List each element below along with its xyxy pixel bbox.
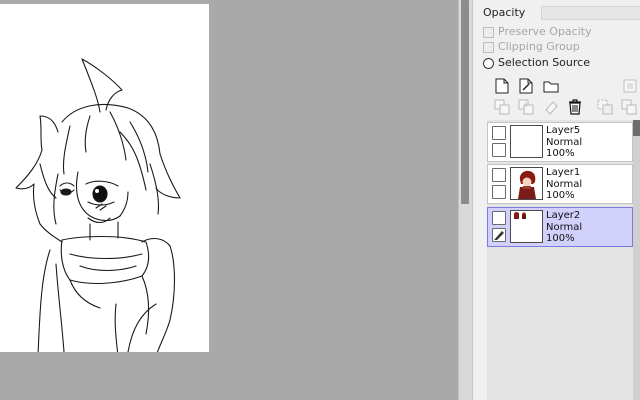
preserve-opacity-checkbox[interactable] [483,27,494,38]
layer-opacity: 100% [546,190,575,201]
opacity-slider[interactable] [541,6,640,20]
canvas-vertical-scrollbar[interactable] [458,0,472,400]
canvas-workspace[interactable] [0,0,458,400]
layer-item-layer1[interactable]: Layer1 Normal 100% [487,164,633,204]
opacity-row: Opacity [483,6,640,22]
layer-item-layer5[interactable]: Layer5 Normal 100% [487,122,633,162]
layer-list-scroll-thumb[interactable] [633,120,640,136]
layer-item-layer2[interactable]: Layer2 Normal 100% [487,207,633,247]
drawing-canvas[interactable] [0,4,209,352]
layer-blend-mode: Normal [546,179,583,190]
selection-source-radio[interactable] [483,58,494,69]
layer-opacity: 100% [546,148,575,159]
layer-thumbnail [510,167,543,200]
clipping-group-checkbox[interactable] [483,42,494,53]
clipping-group-label: Clipping Group [498,40,580,53]
preserve-opacity-label: Preserve Opacity [498,25,592,38]
lock-toggle[interactable] [492,185,506,199]
layer-blend-mode: Normal [546,222,583,233]
new-linework-layer-icon[interactable] [518,78,534,94]
apply-selection-icon[interactable] [597,99,613,115]
layer-name: Layer1 [546,167,581,178]
layer-thumbnail [510,210,543,243]
layer-panel: Opacity Preserve Opacity Clipping Group … [472,0,640,400]
layer-thumbnail [510,125,543,158]
visibility-toggle[interactable] [492,126,506,140]
transfer-down-icon[interactable] [494,99,510,115]
merge-down-icon[interactable] [518,99,534,115]
opacity-label: Opacity [483,6,526,19]
layer-list[interactable]: Layer5 Normal 100% Layer1 Normal 100% La… [487,120,633,400]
new-folder-icon[interactable] [543,78,559,94]
visibility-toggle[interactable] [492,211,506,225]
layer-list-scrollbar[interactable] [633,120,640,400]
new-layer-icon[interactable] [494,78,510,94]
visibility-toggle[interactable] [492,168,506,182]
layer-blend-mode: Normal [546,137,583,148]
layer-name: Layer2 [546,210,581,221]
canvas-scroll-thumb[interactable] [461,0,469,204]
layer-property-icon[interactable] [621,99,637,115]
panel-menu-icon[interactable] [622,78,638,94]
clear-layer-icon[interactable] [543,99,559,115]
layer-opacity: 100% [546,233,575,244]
lineart-drawing [15,58,181,352]
pen-icon[interactable] [492,228,506,242]
delete-layer-icon[interactable] [567,99,583,115]
layer-name: Layer5 [546,125,581,136]
lock-toggle[interactable] [492,143,506,157]
selection-source-label: Selection Source [498,56,590,69]
